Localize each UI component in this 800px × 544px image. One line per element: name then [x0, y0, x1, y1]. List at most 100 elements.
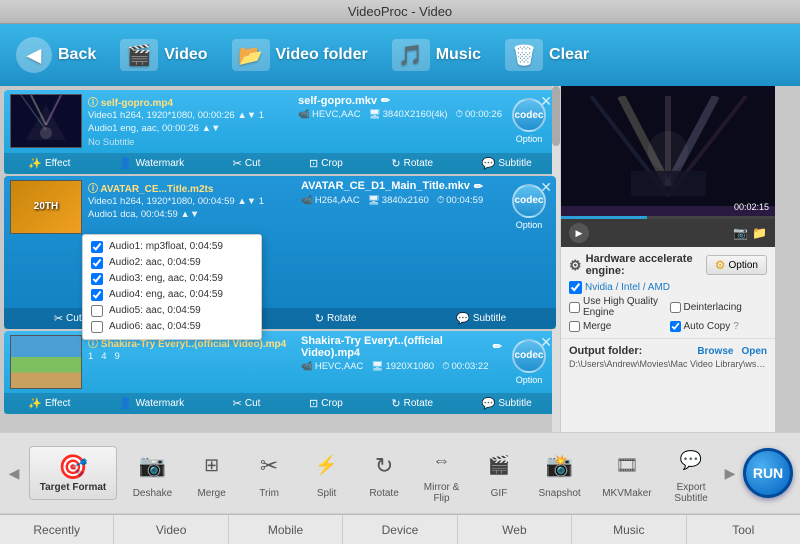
audio-option-1[interactable]: Audio1: mp3float, 0:04:59 — [83, 239, 261, 255]
watermark-btn-3[interactable]: 👤 Watermark — [115, 396, 188, 411]
rotate-icon: ↻ — [366, 448, 402, 484]
edit-output-1[interactable]: ✏ — [381, 94, 390, 107]
crop-btn-1[interactable]: ⊡ Crop — [305, 156, 347, 171]
output-folder-label: Output folder: — [569, 345, 642, 357]
tab-tool[interactable]: Tool — [687, 515, 800, 544]
rotate-btn-3[interactable]: ↻ Rotate — [387, 396, 437, 411]
cut-btn-1[interactable]: ✂ Cut — [229, 156, 265, 171]
camera-icon[interactable]: 📷 — [733, 226, 748, 240]
subtitle-btn-3[interactable]: 💬 Subtitle — [478, 396, 536, 411]
audio-option-6[interactable]: Audio6: aac, 0:04:59 — [83, 319, 261, 335]
browse-button[interactable]: Browse — [697, 346, 733, 357]
edit-output-2[interactable]: ✏ — [474, 180, 483, 193]
hardware-option-button[interactable]: ⚙ Option — [706, 255, 767, 275]
audio-option-2[interactable]: Audio2: aac, 0:04:59 — [83, 255, 261, 271]
open-button[interactable]: Open — [741, 346, 767, 357]
tab-web[interactable]: Web — [458, 515, 572, 544]
watermark-btn-1[interactable]: 👤 Watermark — [115, 156, 188, 171]
trim-tool[interactable]: ✂ Trim — [245, 444, 293, 503]
preview-time: 00:02:15 — [734, 202, 769, 212]
tab-device[interactable]: Device — [343, 515, 457, 544]
preview-action-icons: 📷 📁 — [733, 226, 767, 240]
export-subtitle-tool[interactable]: 💬 ExportSubtitle — [667, 438, 715, 508]
back-button[interactable]: ◀ Back — [16, 37, 96, 73]
tools-scroll-left[interactable]: ◀ — [4, 433, 24, 513]
rotate-btn-1[interactable]: ↻ Rotate — [387, 156, 437, 171]
effect-btn-3[interactable]: ✨ Effect — [24, 396, 74, 411]
file-card-1: ✕ ⓘ self-gopro.mp4 — [4, 90, 556, 174]
deinterlacing-checkbox[interactable] — [670, 302, 681, 313]
toolbar: ◀ Back 🎬 Video 📂 Video folder 🎵 Music 🗑 … — [0, 24, 800, 86]
trash-icon: 🗑 — [505, 39, 543, 71]
back-icon: ◀ — [16, 37, 52, 73]
tool-panel: 00:02:15 ▶ 📷 📁 ⚙ Hardware accelerate eng… — [560, 86, 775, 432]
music-icon: 🎵 — [392, 39, 430, 71]
tools-scroll-right[interactable]: ▶ — [720, 433, 740, 513]
file-card-3: ✕ ⓘ Shakira-Try Everyt..(official Video)… — [4, 331, 556, 414]
output-info-3: Shakira-Try Everyt..(official Video).mp4… — [295, 335, 502, 389]
auto-copy-label: Auto Copy — [684, 321, 731, 332]
main-content: ✕ ⓘ self-gopro.mp4 — [0, 86, 800, 432]
crop-btn-3[interactable]: ⊡ Crop — [305, 396, 347, 411]
split-tool[interactable]: ⚡ Split — [303, 444, 351, 503]
split-icon: ⚡ — [309, 448, 345, 484]
effect-btn-2[interactable]: ✂ Cut — [50, 311, 86, 326]
deshake-icon: 📷 — [134, 448, 170, 484]
mkvmaker-icon: 🎞 — [609, 448, 645, 484]
video-icon: 🎬 — [120, 39, 158, 71]
close-card-3[interactable]: ✕ — [540, 335, 552, 349]
video-folder-button[interactable]: 📂 Video folder — [232, 39, 368, 71]
audio-option-3[interactable]: Audio3: eng, aac, 0:04:59 — [83, 271, 261, 287]
close-card-2[interactable]: ✕ — [540, 180, 552, 194]
tab-recently[interactable]: Recently — [0, 515, 114, 544]
mirror-flip-tool[interactable]: ⇔ Mirror &Flip — [418, 438, 466, 508]
music-button[interactable]: 🎵 Music — [392, 39, 481, 71]
folder-icon[interactable]: 📁 — [752, 226, 767, 240]
edit-output-3[interactable]: ✏ — [493, 340, 502, 353]
tab-mobile[interactable]: Mobile — [229, 515, 343, 544]
tools-strip-container: ◀ 🎯 Target Format 📷 Deshake ⊞ Merge ✂ Tr… — [0, 432, 800, 514]
export-subtitle-icon: 💬 — [673, 442, 709, 478]
audio-option-5[interactable]: Audio5: aac, 0:04:59 — [83, 303, 261, 319]
cut-btn-3[interactable]: ✂ Cut — [229, 396, 265, 411]
clear-button[interactable]: 🗑 Clear — [505, 39, 589, 71]
audio-dropdown: Audio1: mp3float, 0:04:59 Audio2: aac, 0… — [82, 234, 262, 340]
snapshot-icon: 📸 — [542, 448, 578, 484]
action-bar-3: ✨ Effect 👤 Watermark ✂ Cut ⊡ Crop ↻ Rota… — [4, 393, 556, 414]
preview-area: 00:02:15 — [561, 86, 775, 216]
mirror-flip-icon: ⇔ — [424, 442, 460, 478]
rotate-btn-2[interactable]: ↻ Rotate — [311, 311, 361, 326]
target-format-button[interactable]: 🎯 Target Format — [29, 446, 118, 500]
trim-icon: ✂ — [251, 448, 287, 484]
gif-tool[interactable]: 🎬 GIF — [475, 444, 523, 503]
high-quality-checkbox[interactable] — [569, 302, 580, 313]
deshake-tool[interactable]: 📷 Deshake — [127, 444, 178, 503]
rotate-tool[interactable]: ↻ Rotate — [360, 444, 408, 503]
auto-copy-help: ? — [733, 321, 739, 332]
close-card-1[interactable]: ✕ — [540, 94, 552, 108]
audio-option-4[interactable]: Audio4: eng, aac, 0:04:59 — [83, 287, 261, 303]
auto-copy-checkbox[interactable] — [670, 321, 681, 332]
effect-btn-1[interactable]: ✨ Effect — [24, 156, 74, 171]
tab-video[interactable]: Video — [114, 515, 228, 544]
output-info-1: self-gopro.mkv ✏ 📹 HEVC,AAC 🖥 3840X2160(… — [292, 94, 502, 149]
merge-icon: ⊞ — [194, 448, 230, 484]
video-folder-icon: 📂 — [232, 39, 270, 71]
file-info-1: ⓘ self-gopro.mp4 Video1 h264, 1920*1080,… — [88, 94, 286, 149]
nvidia-checkbox[interactable] — [569, 281, 582, 294]
subtitle-btn-2[interactable]: 💬 Subtitle — [452, 311, 510, 326]
subtitle-btn-1[interactable]: 💬 Subtitle — [478, 156, 536, 171]
run-btn-container: RUN — [740, 448, 796, 498]
run-button[interactable]: RUN — [743, 448, 793, 498]
bottom-tabs: Recently Video Mobile Device Web Music T… — [0, 514, 800, 544]
video-button[interactable]: 🎬 Video — [120, 39, 207, 71]
title-bar: VideoProc - Video — [0, 0, 800, 24]
tab-music[interactable]: Music — [572, 515, 686, 544]
target-format-icon: 🎯 — [58, 453, 88, 482]
merge-tool[interactable]: ⊞ Merge — [188, 444, 236, 503]
snapshot-tool[interactable]: 📸 Snapshot — [532, 444, 586, 503]
play-button[interactable]: ▶ — [569, 223, 589, 243]
merge-checkbox[interactable] — [569, 321, 580, 332]
mkvmaker-tool[interactable]: 🎞 MKVMaker — [596, 444, 657, 503]
gif-icon: 🎬 — [481, 448, 517, 484]
